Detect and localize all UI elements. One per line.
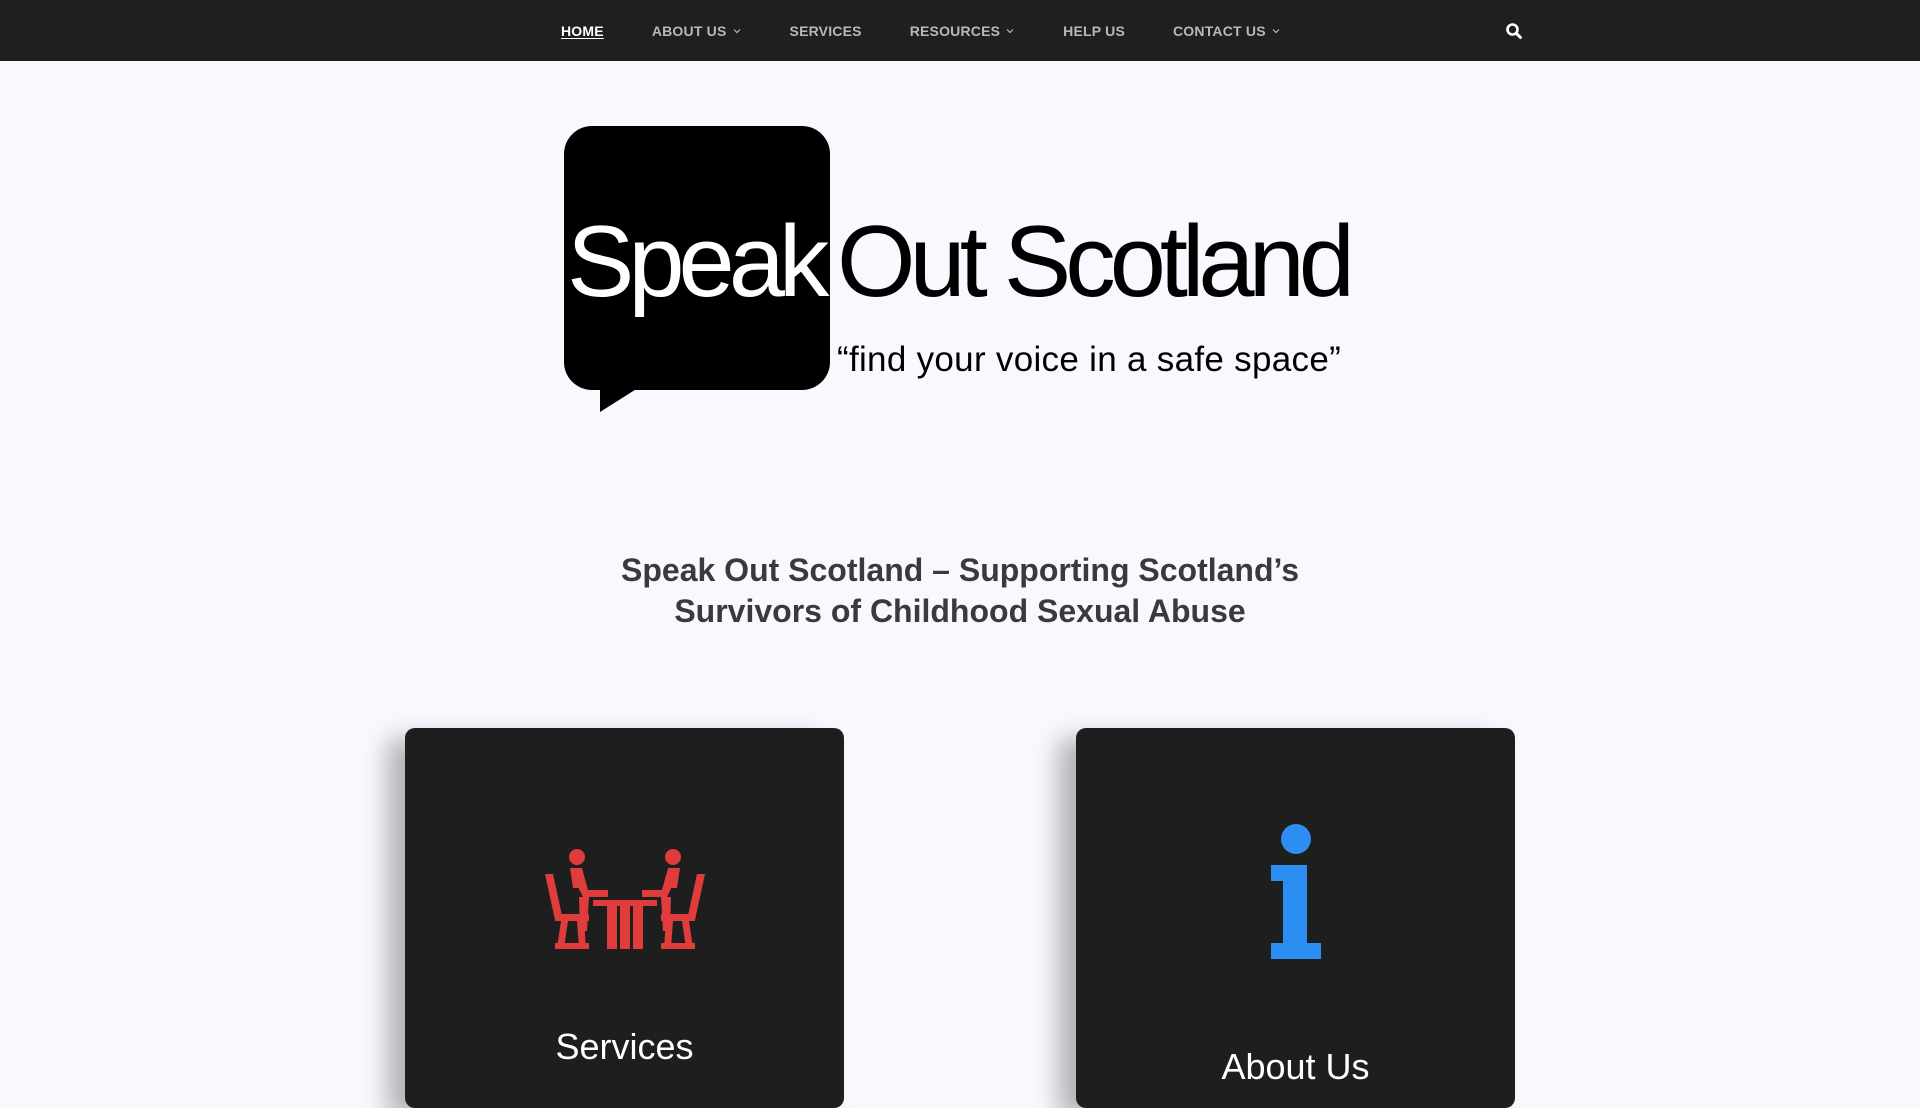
about-us-card[interactable]: About Us xyxy=(1076,728,1515,1108)
logo-word-out-scotland: Out Scotland xyxy=(837,206,1355,318)
about-us-card-title: About Us xyxy=(1221,1046,1370,1087)
search-icon xyxy=(1506,23,1522,39)
nav-item-label: RESOURCES xyxy=(909,22,1001,39)
nav-item-about-us[interactable]: ABOUT US xyxy=(652,23,742,39)
top-nav-bar: HOME ABOUT US SERVICES RESOURCES HELP US… xyxy=(0,0,1920,61)
chevron-down-icon xyxy=(733,28,740,33)
services-card-title: Services xyxy=(555,1026,694,1067)
nav-item-label: HOME xyxy=(561,22,604,39)
nav-item-help-us[interactable]: HELP US xyxy=(1063,23,1125,39)
speech-bubble-tail xyxy=(600,388,638,412)
chevron-down-icon xyxy=(1272,28,1280,33)
chevron-down-icon xyxy=(1006,28,1014,33)
nav-item-services[interactable]: SERVICES xyxy=(790,23,862,39)
meeting-icon xyxy=(544,849,705,949)
main-menu: HOME ABOUT US SERVICES RESOURCES HELP US… xyxy=(561,0,1329,61)
services-card[interactable]: Services xyxy=(405,728,844,1108)
logo-tagline: “find your voice in a safe space” xyxy=(837,340,1342,379)
nav-item-resources[interactable]: RESOURCES xyxy=(910,23,1015,39)
services-card-icon-wrap xyxy=(405,848,844,950)
nav-item-label: CONTACT US xyxy=(1173,22,1266,39)
headline-line-1: Speak Out Scotland – Supporting Scotland… xyxy=(621,552,1299,588)
nav-item-contact-us[interactable]: CONTACT US xyxy=(1173,23,1281,39)
nav-item-label: ABOUT US xyxy=(651,22,727,39)
about-card-icon-wrap xyxy=(1076,823,1515,963)
headline-line-2: Survivors of Childhood Sexual Abuse xyxy=(674,593,1246,629)
info-icon xyxy=(1270,824,1321,959)
page-headline: Speak Out Scotland – Supporting Scotland… xyxy=(0,550,1920,632)
nav-item-home[interactable]: HOME xyxy=(561,23,604,39)
logo-word-speak: Speak xyxy=(567,206,829,318)
nav-item-label: SERVICES xyxy=(789,22,862,39)
nav-item-label: HELP US xyxy=(1063,22,1125,39)
site-logo[interactable]: Speak Out Scotland “find your voice in a… xyxy=(564,126,1364,416)
search-button[interactable] xyxy=(1505,22,1523,40)
